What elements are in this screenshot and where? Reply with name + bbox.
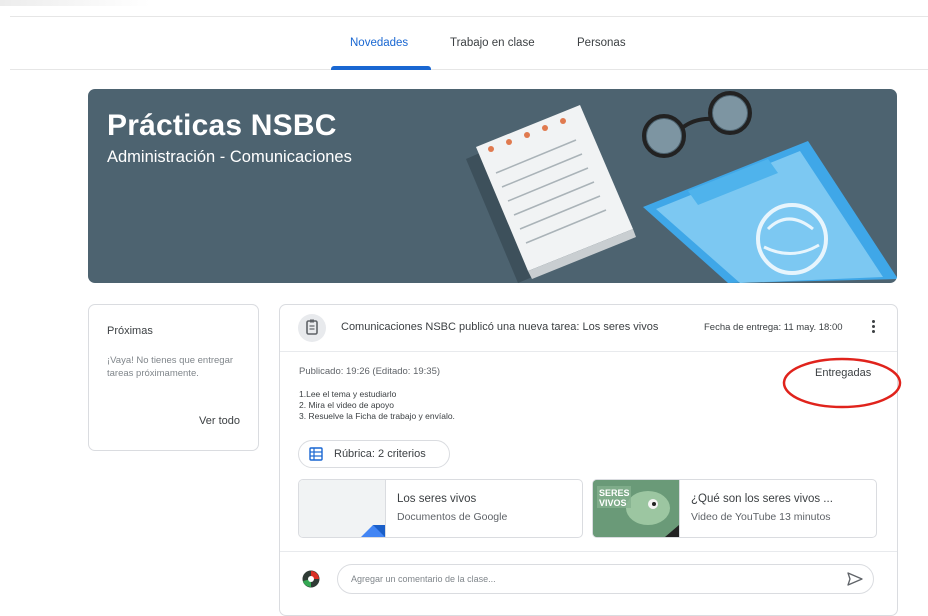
rubric-chip[interactable]: Rúbrica: 2 criterios (298, 440, 450, 468)
due-date: Fecha de entrega: 11 may. 18:00 (704, 322, 843, 333)
upcoming-card: Próximas ¡Vaya! No tienes que entregar t… (88, 304, 259, 451)
instruction-line: 3. Resuelve la Ficha de trabajo y envíal… (299, 411, 455, 421)
tab-trabajo-en-clase[interactable]: Trabajo en clase (450, 17, 535, 69)
comment-input[interactable]: Agregar un comentario de la clase... (337, 564, 874, 594)
assignment-post: Comunicaciones NSBC publicó una nueva ta… (279, 304, 898, 616)
class-banner: Prácticas NSBC Administración - Comunica… (88, 89, 897, 283)
attachment-title: ¿Qué son los seres vivos ... (691, 493, 833, 505)
posted-time: Publicado: 19:26 (Editado: 19:35) (299, 366, 441, 377)
avatar (302, 570, 320, 588)
post-title[interactable]: Comunicaciones NSBC publicó una nueva ta… (341, 321, 658, 333)
video-thumbnail: SERES VIVOS (593, 480, 680, 537)
attachment-video[interactable]: SERES VIVOS ¿Qué son los seres vivos ...… (592, 479, 877, 538)
attachment-title: Los seres vivos (397, 493, 477, 505)
video-thumbnail-text: SERES VIVOS (599, 488, 630, 508)
rubric-icon (309, 447, 323, 461)
upcoming-empty-text: ¡Vaya! No tienes que entregar tareas pró… (107, 355, 234, 379)
instructions: 1.Lee el tema y estudiarlo 2. Mira el vi… (299, 389, 455, 422)
more-options-icon[interactable] (868, 318, 878, 338)
post-header[interactable]: Comunicaciones NSBC publicó una nueva ta… (280, 305, 897, 352)
attachment-subtitle: Documentos de Google (397, 511, 508, 523)
class-subtitle: Administración - Comunicaciones (107, 148, 352, 166)
comment-bar: Agregar un comentario de la clase... (280, 551, 897, 616)
window-edge (0, 0, 150, 6)
class-title: Prácticas NSBC (107, 109, 337, 142)
tab-novedades[interactable]: Novedades (350, 17, 408, 69)
assignment-icon (298, 314, 326, 342)
delivered-link[interactable]: Entregadas (815, 367, 871, 379)
send-icon[interactable] (847, 572, 863, 586)
upcoming-title: Próximas (107, 325, 153, 337)
active-tab-indicator (331, 66, 431, 70)
instruction-line: 2. Mira el video de apoyo (299, 400, 394, 410)
view-all-link[interactable]: Ver todo (199, 415, 240, 427)
comment-placeholder: Agregar un comentario de la clase... (351, 574, 496, 584)
attachment-doc[interactable]: Los seres vivos Documentos de Google (298, 479, 583, 538)
doc-thumbnail (299, 480, 386, 537)
tab-personas[interactable]: Personas (577, 17, 626, 69)
rubric-label: Rúbrica: 2 criterios (334, 448, 426, 460)
instruction-line: 1.Lee el tema y estudiarlo (299, 389, 397, 399)
class-tabs-bar: Novedades Trabajo en clase Personas (10, 16, 928, 70)
attachment-subtitle: Video de YouTube 13 minutos (691, 511, 831, 523)
